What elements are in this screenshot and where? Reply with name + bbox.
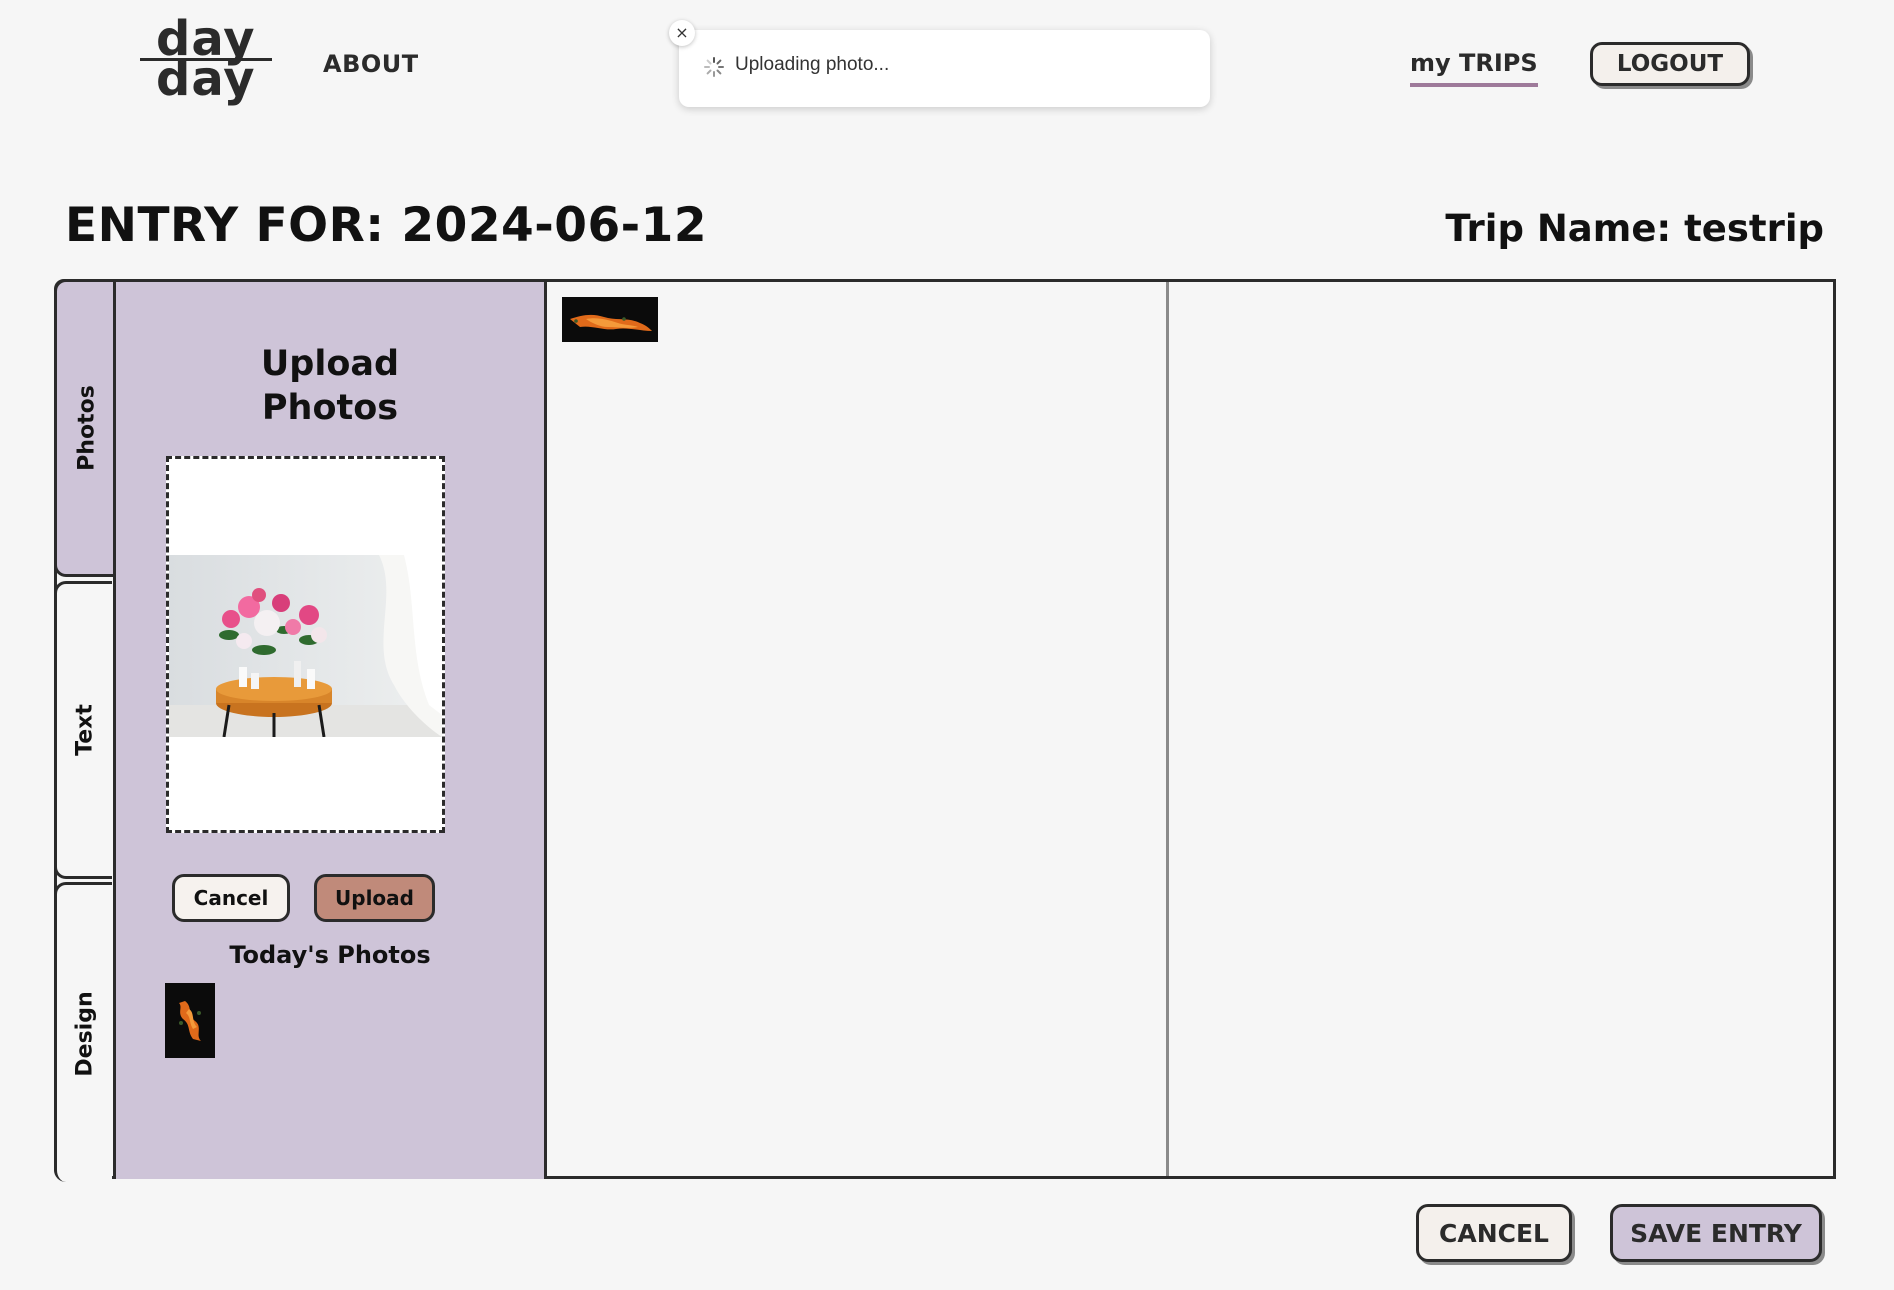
spinner-icon xyxy=(704,57,724,77)
journal-page-left[interactable] xyxy=(547,282,1219,1176)
logo[interactable]: day day xyxy=(140,14,272,104)
logout-button[interactable]: LOGOUT xyxy=(1590,42,1750,86)
tab-photos[interactable]: Photos xyxy=(54,279,116,577)
tab-design-label: Design xyxy=(72,990,97,1077)
upload-photos-panel: Upload Photos Cancel Upload Today's Phot… xyxy=(113,279,547,1179)
trip-name: Trip Name: testrip xyxy=(1445,207,1824,250)
toast-message: Uploading photo... xyxy=(735,54,890,75)
placed-photo[interactable] xyxy=(562,297,658,342)
todays-photos-title: Today's Photos xyxy=(229,941,431,969)
panel-title: Upload Photos xyxy=(116,342,544,430)
tab-text-label: Text xyxy=(72,704,97,756)
panel-title-line1: Upload xyxy=(260,344,400,384)
panel-title-line2: Photos xyxy=(261,388,399,428)
todays-photo-thumbnail[interactable] xyxy=(165,983,215,1058)
tab-design[interactable]: Design xyxy=(54,882,112,1182)
entry-editor: Photos Text Design Upload Photos Cancel … xyxy=(54,279,1836,1182)
journal-page-right[interactable] xyxy=(1169,282,1833,1176)
toast-close-button[interactable]: × xyxy=(669,20,695,46)
photo-preview-image xyxy=(169,555,442,737)
tab-photos-label: Photos xyxy=(74,385,99,471)
logo-word-bottom: day xyxy=(156,51,256,107)
save-entry-button[interactable]: SAVE ENTRY xyxy=(1610,1204,1822,1262)
tab-text[interactable]: Text xyxy=(54,581,112,879)
upload-toast: × Uploading photo... xyxy=(669,20,1210,107)
page-title: ENTRY FOR: 2024-06-12 xyxy=(65,198,708,253)
nav-about-link[interactable]: ABOUT xyxy=(323,50,419,78)
nav-my-trips-link[interactable]: my TRIPS xyxy=(1410,49,1538,87)
upload-button[interactable]: Upload xyxy=(314,874,435,922)
upload-cancel-button[interactable]: Cancel xyxy=(172,874,290,922)
cancel-entry-button[interactable]: CANCEL xyxy=(1416,1204,1572,1262)
photo-dropzone[interactable] xyxy=(166,456,445,833)
